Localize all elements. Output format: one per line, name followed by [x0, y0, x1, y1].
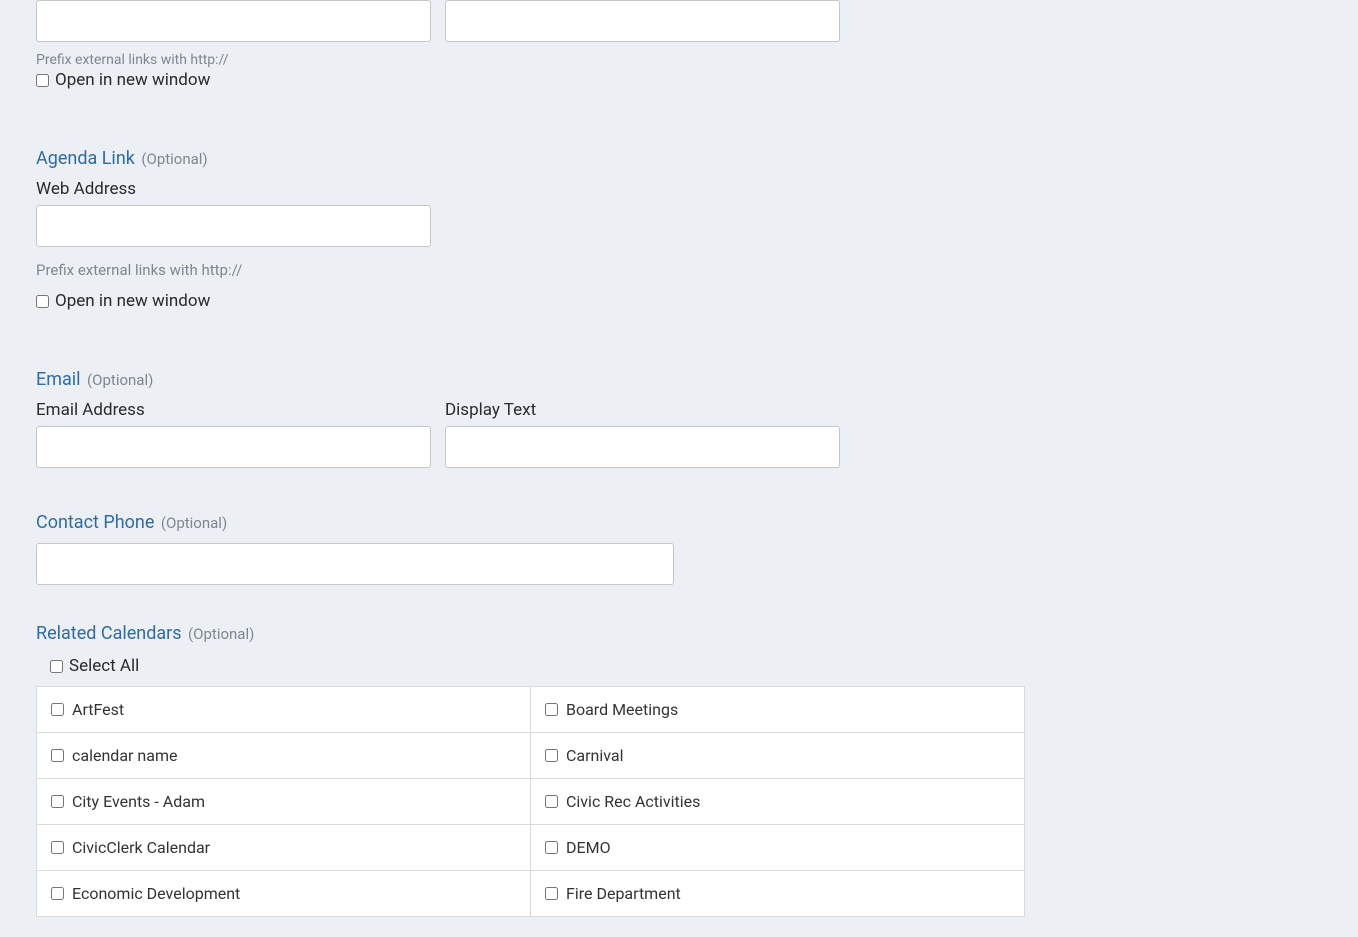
- agenda-open-new-window-row[interactable]: Open in new window: [36, 291, 1322, 311]
- calendar-label: Fire Department: [566, 884, 681, 903]
- calendar-label: City Events - Adam: [72, 792, 205, 811]
- email-address-label: Email Address: [36, 400, 431, 420]
- contact-phone-title: Contact Phone (Optional): [36, 512, 1322, 533]
- email-section: Email (Optional) Email Address Display T…: [36, 369, 1322, 468]
- calendar-checkbox[interactable]: [51, 749, 64, 762]
- related-calendars-optional: (Optional): [188, 625, 254, 643]
- calendar-label: Carnival: [566, 746, 624, 765]
- calendar-checkbox[interactable]: [51, 795, 64, 808]
- calendar-label: Board Meetings: [566, 700, 678, 719]
- email-address-input[interactable]: [36, 426, 431, 468]
- select-all-row[interactable]: Select All: [36, 656, 1322, 676]
- agenda-web-address-label: Web Address: [36, 179, 1322, 199]
- calendar-item[interactable]: Board Meetings: [545, 700, 1010, 719]
- agenda-link-title: Agenda Link (Optional): [36, 148, 1322, 169]
- calendar-item[interactable]: DEMO: [545, 838, 1010, 857]
- agenda-web-address-input[interactable]: [36, 205, 431, 247]
- select-all-checkbox[interactable]: [50, 660, 63, 673]
- calendar-checkbox[interactable]: [51, 887, 64, 900]
- calendar-checkbox[interactable]: [545, 841, 558, 854]
- calendar-item[interactable]: Economic Development: [51, 884, 516, 903]
- related-calendars-title: Related Calendars (Optional): [36, 623, 1322, 644]
- agenda-hint: Prefix external links with http://: [36, 261, 1322, 279]
- email-optional: (Optional): [87, 371, 153, 389]
- agenda-open-new-window-label: Open in new window: [55, 291, 210, 311]
- contact-phone-input[interactable]: [36, 543, 674, 585]
- open-new-window-top-label: Open in new window: [55, 70, 210, 90]
- calendar-item[interactable]: CivicClerk Calendar: [51, 838, 516, 857]
- calendar-item[interactable]: Fire Department: [545, 884, 1010, 903]
- calendar-item[interactable]: calendar name: [51, 746, 516, 765]
- select-all-label: Select All: [69, 656, 139, 676]
- calendar-label: Economic Development: [72, 884, 240, 903]
- calendar-label: Civic Rec Activities: [566, 792, 700, 811]
- calendar-checkbox[interactable]: [545, 749, 558, 762]
- email-display-text-input[interactable]: [445, 426, 840, 468]
- open-new-window-top-checkbox[interactable]: [36, 74, 49, 87]
- contact-phone-section: Contact Phone (Optional): [36, 512, 1322, 585]
- top-input-right[interactable]: [445, 0, 840, 42]
- agenda-open-new-window-checkbox[interactable]: [36, 295, 49, 308]
- calendars-table: ArtFest Board Meetings calendar name Carniv…: [36, 686, 1025, 917]
- calendar-checkbox[interactable]: [545, 887, 558, 900]
- calendar-label: CivicClerk Calendar: [72, 838, 210, 857]
- calendar-checkbox[interactable]: [51, 703, 64, 716]
- calendar-item[interactable]: Carnival: [545, 746, 1010, 765]
- calendar-checkbox[interactable]: [51, 841, 64, 854]
- agenda-link-section: Agenda Link (Optional) Web Address Prefi…: [36, 148, 1322, 311]
- calendar-label: DEMO: [566, 838, 611, 857]
- email-title: Email (Optional): [36, 369, 1322, 390]
- calendar-label: ArtFest: [72, 700, 124, 719]
- open-new-window-top-row[interactable]: Open in new window: [36, 70, 1322, 90]
- calendar-item[interactable]: Civic Rec Activities: [545, 792, 1010, 811]
- calendar-checkbox[interactable]: [545, 703, 558, 716]
- contact-phone-optional: (Optional): [161, 514, 227, 532]
- calendar-checkbox[interactable]: [545, 795, 558, 808]
- top-hint: Prefix external links with http://: [36, 52, 1322, 68]
- agenda-link-optional: (Optional): [141, 150, 207, 168]
- email-display-text-label: Display Text: [445, 400, 840, 420]
- calendar-item[interactable]: ArtFest: [51, 700, 516, 719]
- top-input-left[interactable]: [36, 0, 431, 42]
- related-calendars-section: Related Calendars (Optional) Select All …: [36, 623, 1322, 917]
- calendar-label: calendar name: [72, 746, 177, 765]
- calendar-item[interactable]: City Events - Adam: [51, 792, 516, 811]
